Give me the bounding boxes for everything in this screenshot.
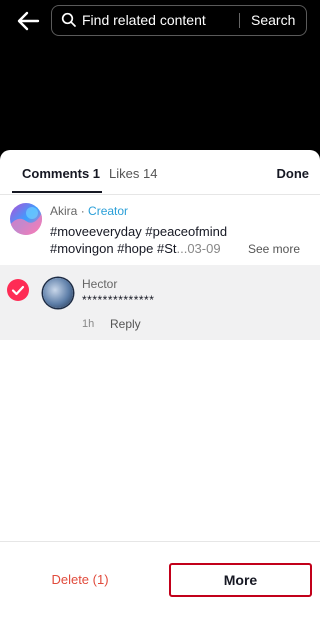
- author-name[interactable]: Akira: [50, 204, 77, 218]
- active-tab-indicator: [12, 191, 102, 193]
- avatar-art-icon: [10, 207, 42, 235]
- tab-likes[interactable]: Likes 14: [109, 166, 157, 181]
- post-author: Akira · Creator: [50, 204, 128, 218]
- caption-line-1: #moveeveryday #peaceofmind: [50, 224, 228, 239]
- comment-text: **************: [82, 293, 155, 307]
- caption-text: #movingon #hope #St: [50, 241, 177, 256]
- author-separator: ·: [80, 204, 85, 218]
- selected-checkbox[interactable]: [7, 279, 29, 301]
- delete-button[interactable]: Delete (1): [0, 572, 160, 587]
- comments-sheet: Comments 1 Likes 14 Done Akira · Creator…: [0, 150, 320, 643]
- tab-comments[interactable]: Comments 1: [22, 166, 100, 181]
- back-arrow-icon[interactable]: [14, 9, 42, 33]
- top-bar: Find related content Search: [0, 0, 320, 150]
- checkmark-icon: [11, 285, 25, 296]
- caption-date: ...03-09: [176, 241, 221, 256]
- search-button[interactable]: Search: [251, 12, 295, 28]
- commenter-avatar[interactable]: [43, 278, 73, 308]
- search-input[interactable]: Find related content: [82, 12, 206, 28]
- done-button[interactable]: Done: [277, 166, 310, 181]
- search-icon: [61, 12, 76, 27]
- tab-bar: Comments 1 Likes 14 Done: [0, 150, 320, 195]
- post-caption: Akira · Creator #moveeveryday #peaceofmi…: [0, 194, 320, 264]
- see-more-link[interactable]: See more: [248, 242, 300, 256]
- comment-time: 1h: [82, 318, 95, 330]
- creator-avatar[interactable]: [10, 203, 42, 235]
- comment-item[interactable]: Hector ************** 1h Reply: [0, 265, 320, 340]
- more-button[interactable]: More: [169, 563, 312, 597]
- reply-button[interactable]: Reply: [110, 317, 141, 331]
- caption-line-2: #movingon #hope #St...03-09: [50, 241, 221, 256]
- search-bar[interactable]: Find related content Search: [51, 5, 307, 36]
- search-divider: [239, 13, 240, 28]
- action-footer: Delete (1) More: [0, 541, 320, 643]
- commenter-name[interactable]: Hector: [82, 277, 117, 291]
- creator-badge: Creator: [88, 204, 129, 218]
